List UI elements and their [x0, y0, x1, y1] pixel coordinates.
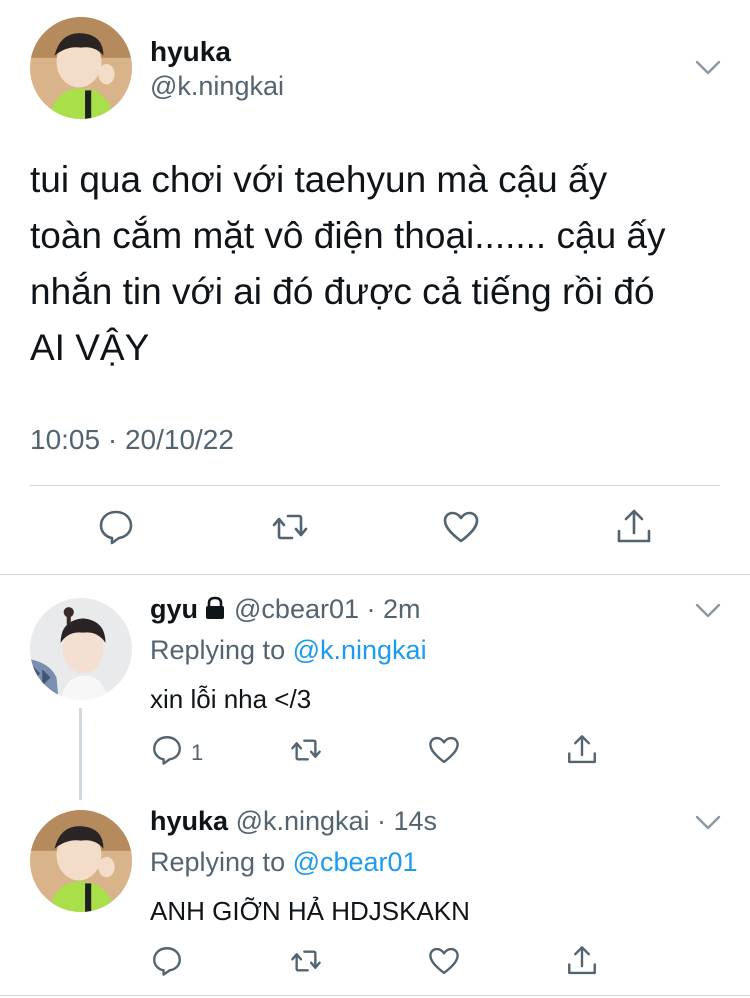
share-icon[interactable] — [565, 733, 599, 767]
reply-icon[interactable] — [150, 944, 184, 978]
replying-mention[interactable]: @cbear01 — [293, 847, 418, 877]
reply-text: ANH GIỠN HẢ HDJSKAKN — [150, 896, 470, 926]
avatar[interactable] — [30, 17, 132, 119]
chevron-down-icon[interactable] — [694, 601, 722, 621]
tweet-timestamp[interactable]: 10:05 · 20/10/22 — [30, 424, 234, 456]
tweet-text-line: nhắn tin với ai đó được cả tiếng rồi đó — [30, 271, 655, 312]
divider — [0, 574, 750, 575]
replying-mention[interactable]: @k.ningkai — [293, 635, 427, 665]
author-name[interactable]: hyuka — [150, 806, 228, 836]
retweet-icon[interactable] — [289, 944, 323, 978]
tweet-text-line: toàn cắm mặt vô điện thoại....... cậu ấy — [30, 215, 666, 256]
replying-label: Replying to — [150, 635, 293, 665]
reply-icon[interactable] — [96, 507, 136, 547]
tweet-text: tui qua chơi với taehyun mà cậu ấy toàn … — [30, 152, 730, 376]
author-handle[interactable]: @k.ningkai — [150, 71, 284, 102]
like-icon[interactable] — [427, 944, 461, 978]
main-tweet: hyuka @k.ningkai tui qua chơi với taehyu… — [0, 0, 750, 574]
avatar[interactable] — [30, 810, 132, 912]
author-name[interactable]: hyuka — [150, 36, 231, 68]
author-handle-time[interactable]: @cbear01 · 2m — [234, 594, 420, 624]
divider — [0, 995, 750, 996]
reply-text: xin lỗi nha </3 — [150, 684, 312, 714]
retweet-icon[interactable] — [270, 507, 310, 547]
replying-to: Replying to @cbear01 — [150, 847, 418, 878]
chevron-down-icon[interactable] — [694, 813, 722, 833]
share-icon[interactable] — [565, 944, 599, 978]
replying-to: Replying to @k.ningkai — [150, 635, 427, 666]
tweet-text-line: tui qua chơi với taehyun mà cậu ấy — [30, 159, 608, 200]
reply-icon[interactable] — [150, 733, 184, 767]
lock-icon — [204, 596, 226, 620]
reply-header: hyuka @k.ningkai · 14s — [150, 806, 437, 837]
thread-line — [79, 708, 82, 800]
tweet-text-line: AI VẬY — [30, 327, 150, 368]
reply-count: 1 — [191, 740, 204, 765]
share-icon[interactable] — [614, 507, 654, 547]
divider — [30, 485, 720, 486]
author-name[interactable]: gyu — [150, 594, 198, 624]
retweet-icon[interactable] — [289, 733, 323, 767]
reply-header: gyu @cbear01 · 2m — [150, 594, 421, 625]
chevron-down-icon[interactable] — [694, 58, 722, 78]
like-icon[interactable] — [441, 507, 481, 547]
avatar[interactable] — [30, 598, 132, 700]
author-handle-time[interactable]: @k.ningkai · 14s — [236, 806, 438, 836]
like-icon[interactable] — [427, 733, 461, 767]
replying-label: Replying to — [150, 847, 293, 877]
